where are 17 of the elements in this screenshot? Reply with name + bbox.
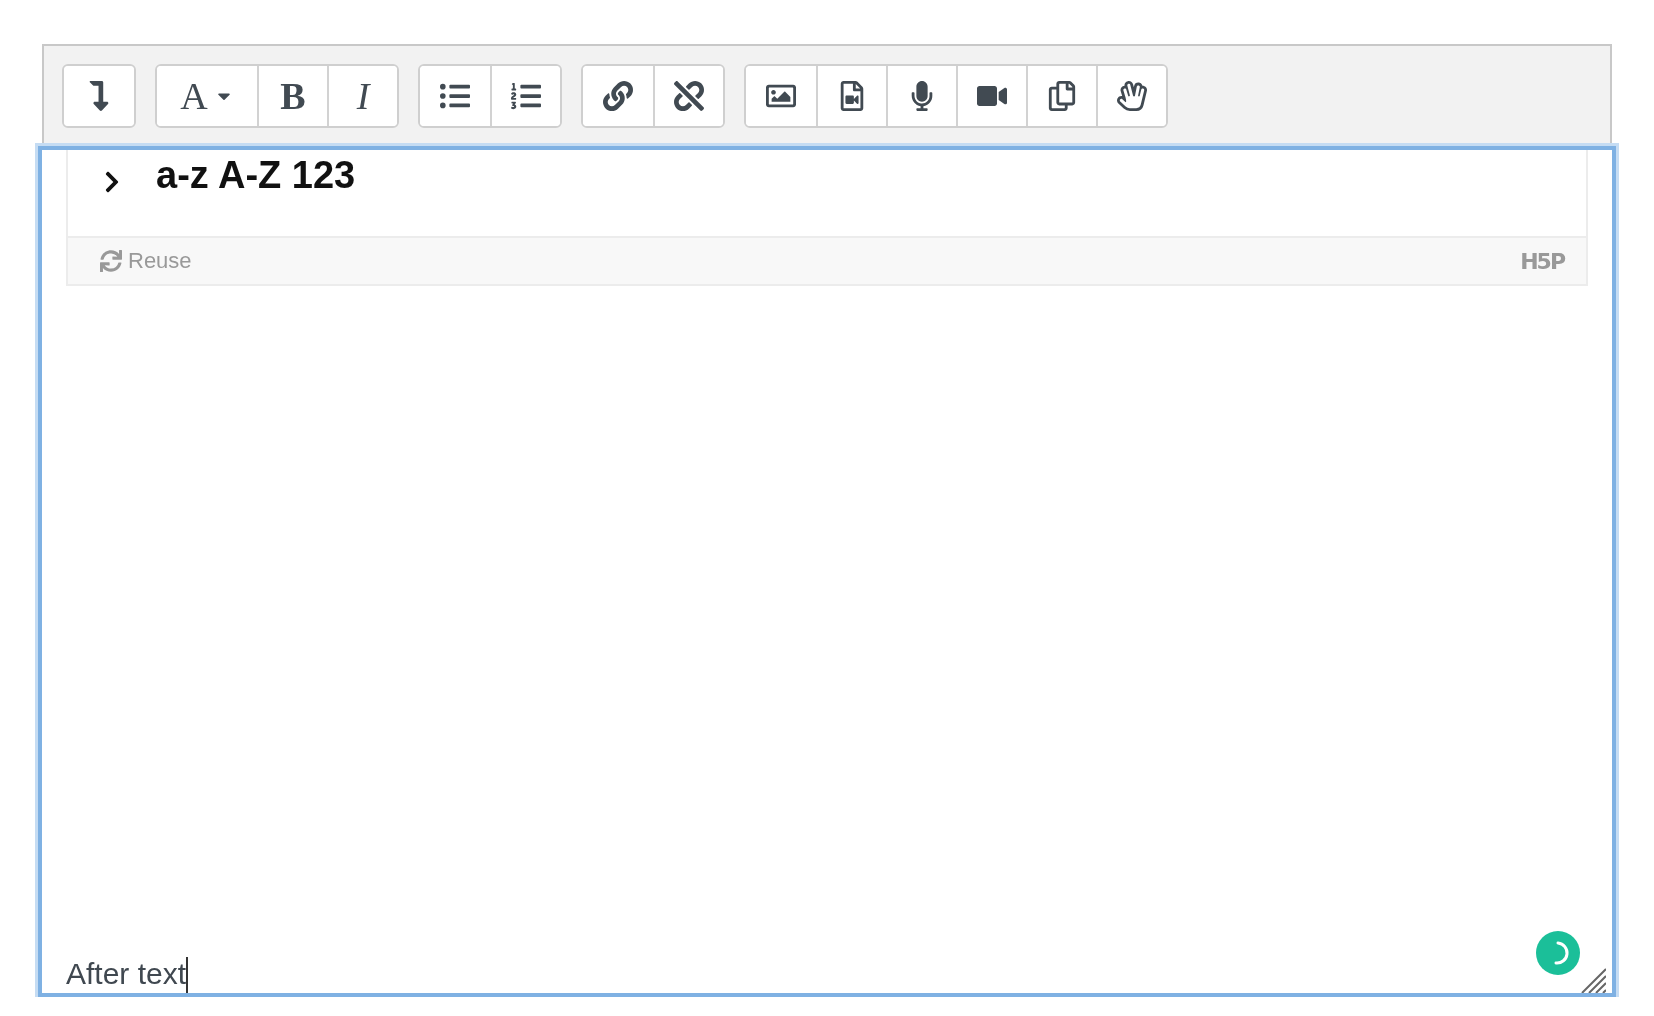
editor-area[interactable]: a-z A-Z 123 Reuse H5P After text: [38, 146, 1616, 997]
hand-button[interactable]: [1096, 66, 1166, 126]
refresh-icon: [100, 250, 122, 272]
status-circle-icon: [1536, 931, 1580, 975]
copy-icon: [1047, 81, 1077, 111]
link-icon: [603, 81, 633, 111]
resize-handle-icon[interactable]: [1580, 967, 1606, 993]
numbered-list-button[interactable]: [490, 66, 560, 126]
unlink-icon: [674, 81, 704, 111]
unlink-button[interactable]: [653, 66, 723, 126]
italic-button[interactable]: I: [327, 66, 397, 126]
embed-title: a-z A-Z 123: [156, 154, 356, 197]
body-text: After text: [66, 957, 189, 993]
numbered-list-icon: [511, 81, 541, 111]
logo: H5P: [1520, 248, 1564, 274]
hand-icon: [1117, 81, 1147, 111]
bullet-list-icon: [440, 81, 470, 111]
